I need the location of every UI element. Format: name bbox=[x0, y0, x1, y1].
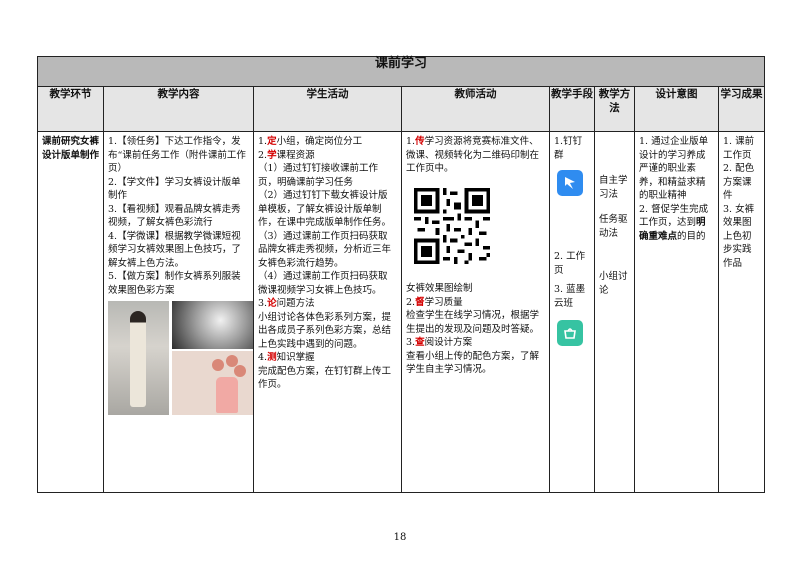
outcome-item-1: 1. 课前工作页 bbox=[723, 136, 755, 161]
header-teacher-activity: 教师活动 bbox=[401, 86, 550, 132]
lesson-plan-table: 课前学习 教学环节 教学内容 学生活动 教师活动 教学手段 教学方法 设计意图 … bbox=[36, 56, 766, 493]
student-activity-cell: 1.定小组，确定岗位分工 2.学课程资源 （1）通过钉钉接收课前工作页，明确课前… bbox=[253, 131, 402, 493]
student-step-2d: （4）通过课前工作页扫码获取微课视频学习女裤上色技巧。 bbox=[258, 271, 388, 296]
outcome-item-2: 2. 配色方案课件 bbox=[723, 163, 755, 201]
teaching-method-cell: 自主学习法 任务驱动法 小组讨论 bbox=[594, 131, 635, 493]
header-student-activity: 学生活动 bbox=[253, 86, 402, 132]
fashion-photo-collage bbox=[108, 301, 253, 415]
sky-texture-photo bbox=[172, 301, 253, 349]
content-line: 4.【学微课】根据教学微课短视频学习女裤效果图上色技巧，了解女裤上色方法。 bbox=[108, 230, 242, 269]
header-learning-outcome: 学习成果 bbox=[717, 86, 766, 132]
method-item-3: 小组讨论 bbox=[599, 271, 628, 296]
student-step-2b: （2）通过钉钉下载女裤设计版单模板，了解女裤设计版单制作，在课中完成版单制作任务… bbox=[258, 190, 392, 228]
header-teaching-means: 教学手段 bbox=[549, 86, 595, 132]
method-item-2: 任务驱动法 bbox=[599, 214, 628, 239]
stage-text: 课前研究女裤设计版单制作 bbox=[42, 136, 100, 161]
outcome-item-3: 3. 女裤效果图上色初步实践作品 bbox=[723, 203, 755, 269]
teacher-step-1: 1.传学习资源将竞赛标准文件、微课、视频转化为二维码印制在工作页中。 bbox=[406, 136, 540, 174]
method-item-1: 自主学习法 bbox=[599, 175, 628, 200]
header-teaching-method: 教学方法 bbox=[594, 86, 635, 132]
design-point-1: 1. 通过企业版单设计的学习养成严谨的职业素养，和精益求精的职业精神 bbox=[639, 136, 709, 201]
student-step-3: 3.论问题方法 bbox=[258, 298, 315, 309]
student-step-4-text: 完成配色方案，在钉钉群上传工作页。 bbox=[258, 365, 392, 391]
content-line: 1.【领任务】下达工作指令，发布“课前任务工作（附件课前工作页） bbox=[108, 136, 246, 174]
table-title: 课前学习 bbox=[36, 56, 766, 87]
content-cell: 1.【领任务】下达工作指令，发布“课前任务工作（附件课前工作页） 2.【学文件】… bbox=[103, 131, 254, 493]
content-line: 5.【做方案】制作女裤系列服装效果图色彩方案 bbox=[108, 271, 241, 296]
teacher-step-2-text: 检查学生在线学习情况，根据学生提出的发现及问题及时答疑。 bbox=[406, 310, 540, 335]
means-item-1: 1.钉钉群 bbox=[554, 136, 583, 161]
flower-vase-photo bbox=[172, 351, 253, 415]
header-design-intent: 设计意图 bbox=[634, 86, 719, 132]
document-page: 课前学习 教学环节 教学内容 学生活动 教师活动 教学手段 教学方法 设计意图 … bbox=[0, 0, 800, 565]
means-item-3: 3. 蓝墨云班 bbox=[554, 284, 586, 309]
student-step-1: 1.定小组，确定岗位分工 bbox=[258, 136, 363, 147]
student-step-4: 4.测知识掌握 bbox=[258, 352, 315, 363]
header-stage: 教学环节 bbox=[37, 86, 104, 132]
content-line: 2.【学文件】学习女裤设计版单制作 bbox=[108, 176, 241, 202]
qr-caption: 女裤效果图绘制 bbox=[406, 283, 473, 294]
learning-outcome-cell: 1. 课前工作页 2. 配色方案课件 3. 女裤效果图上色初步实践作品 bbox=[717, 131, 766, 493]
student-step-2: 2.学课程资源 bbox=[258, 149, 315, 161]
student-step-2a: （1）通过钉钉接收课前工作页，明确课前学习任务 bbox=[258, 163, 379, 188]
dingtalk-app-icon[interactable] bbox=[557, 170, 583, 196]
teacher-activity-cell: 1.传学习资源将竞赛标准文件、微课、视频转化为二维码印制在工作页中。 女裤效果图… bbox=[401, 131, 550, 493]
qr-code-icon[interactable] bbox=[414, 187, 490, 264]
design-intent-cell: 1. 通过企业版单设计的学习养成严谨的职业素养，和精益求精的职业精神 2. 督促… bbox=[634, 131, 719, 493]
header-content: 教学内容 bbox=[103, 86, 254, 132]
teaching-means-cell: 1.钉钉群 2. 工作页 3. 蓝墨云班 bbox=[549, 131, 595, 493]
student-step-3-text: 小组讨论各体色彩系列方案，提出各成员子系列色彩方案，总结上色实践中遇到的问题。 bbox=[258, 311, 392, 350]
teacher-step-3: 3.查阅设计方案 bbox=[406, 337, 473, 348]
teacher-step-2: 2.督学习质量 bbox=[406, 296, 463, 308]
content-line: 3.【看视频】观看品牌女裤走秀视频，了解女裤色彩流行 bbox=[108, 203, 241, 229]
stage-cell: 课前研究女裤设计版单制作 bbox=[37, 131, 104, 493]
means-item-2: 2. 工作页 bbox=[554, 251, 586, 276]
design-point-2: 2. 督促学生完成工作页，达到明确重难点的目的 bbox=[639, 203, 709, 242]
teacher-step-3-text: 查看小组上传的配色方案，了解学生自主学习情况。 bbox=[406, 350, 540, 376]
lanmo-cloud-class-app-icon[interactable] bbox=[557, 320, 583, 346]
student-step-2c: （3）通过课前工作页扫码获取品牌女裤走秀视频，分析近三年女裤色彩流行趋势。 bbox=[258, 230, 392, 269]
page-number: 18 bbox=[393, 532, 407, 543]
model-photo bbox=[108, 301, 169, 415]
